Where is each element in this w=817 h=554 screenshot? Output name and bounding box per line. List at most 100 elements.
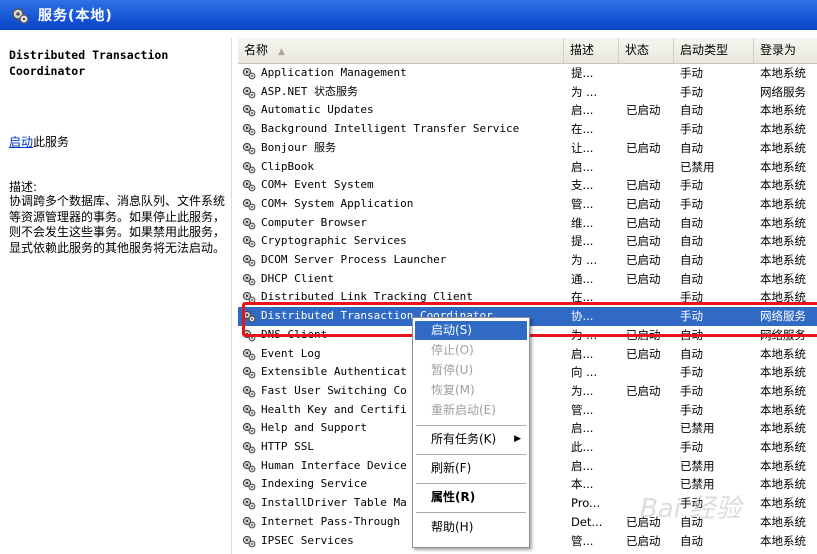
service-name: COM+ Event System [261, 178, 374, 192]
arrow-right-icon: ▶ [514, 434, 521, 444]
service-startup-type: 手动 [680, 122, 703, 137]
list-header: 名称 ▲ 描述 状态 启动类型 登录为 [238, 38, 817, 64]
gear-icon [242, 217, 256, 230]
service-description-cell: 通... [571, 271, 594, 286]
column-header-status[interactable]: 状态 [619, 38, 674, 63]
service-description-cell: 在... [571, 290, 594, 305]
table-row[interactable]: Background Intelligent Transfer Service 在… [238, 120, 817, 139]
service-logon-as: 网络服务 [760, 84, 806, 99]
gear-icon [242, 273, 256, 286]
service-status: 已启动 [626, 178, 661, 193]
menu-separator [416, 483, 526, 484]
gear-icon [242, 254, 256, 267]
table-row[interactable]: DCOM Server Process Launcher 为 ... 已启动 自动 本地… [238, 251, 817, 270]
menu-item-properties[interactable]: 属性(R) [415, 488, 527, 507]
service-description-cell: 启... [571, 458, 594, 473]
menu-item-help[interactable]: 帮助(H) [415, 518, 527, 537]
service-logon-as: 本地系统 [760, 196, 806, 211]
service-startup-type: 手动 [680, 440, 703, 454]
column-header-description[interactable]: 描述 [564, 38, 619, 63]
menu-item-resume[interactable]: 恢复(M) [415, 381, 527, 400]
gear-icon [242, 161, 256, 174]
service-description-cell: 管... [571, 196, 594, 211]
gear-icon [242, 366, 256, 379]
context-menu: 启动(S) 停止(O) 暂停(U) 恢复(M) 重新启动(E) 所有任务(K) ▶… [412, 317, 530, 548]
menu-item-stop[interactable]: 停止(O) [415, 341, 527, 360]
service-status: 已启动 [626, 383, 661, 398]
table-row[interactable]: Bonjour 服务 让... 已启动 自动 本地系统 [238, 139, 817, 158]
table-row[interactable]: Application Management 提... 手动 本地系统 [238, 64, 817, 83]
service-name: Application Management [261, 66, 407, 79]
service-status: 已启动 [626, 103, 661, 118]
start-service-link[interactable]: 启动 [9, 135, 33, 149]
table-row[interactable]: Computer Browser 维... 已启动 自动 本地系统 [238, 214, 817, 233]
menu-separator [416, 425, 526, 426]
menu-item-restart[interactable]: 重新启动(E) [415, 401, 527, 420]
service-logon-as: 本地系统 [760, 533, 806, 548]
service-description-cell: 此... [571, 440, 594, 454]
gear-icon [242, 310, 256, 323]
service-name: Automatic Updates [261, 103, 374, 117]
table-row[interactable]: DHCP Client 通... 已启动 自动 本地系统 [238, 270, 817, 289]
service-description-cell: 让... [571, 140, 594, 155]
service-name: DCOM Server Process Launcher [261, 253, 447, 266]
service-startup-type: 自动 [680, 533, 703, 548]
service-startup-type: 已禁用 [680, 458, 715, 473]
description-label: 描述: [9, 180, 38, 194]
service-logon-as: 本地系统 [760, 458, 806, 473]
menu-item-refresh[interactable]: 刷新(F) [415, 459, 527, 478]
gear-icon [242, 291, 256, 304]
column-header-logon-as[interactable]: 登录为 [754, 38, 817, 63]
service-logon-as: 本地系统 [760, 290, 806, 305]
gear-icon [242, 404, 256, 417]
table-row[interactable]: COM+ System Application 管... 已启动 手动 本地系统 [238, 195, 817, 214]
start-service-suffix: 此服务 [33, 135, 70, 149]
service-startup-type: 自动 [680, 140, 703, 155]
gear-icon [242, 123, 256, 136]
service-status: 已启动 [626, 271, 661, 286]
gear-icon [242, 497, 256, 510]
service-logon-as: 本地系统 [760, 514, 806, 529]
service-description-cell: 维... [571, 215, 594, 230]
service-logon-as: 网络服务 [760, 327, 806, 342]
gear-icon [242, 179, 256, 192]
gear-icon [242, 235, 256, 248]
service-description-cell: 启... [571, 421, 594, 436]
table-row[interactable]: Distributed Link Tracking Client 在... 手动 本地… [238, 288, 817, 307]
window-title: 服务(本地) [38, 8, 113, 24]
table-row[interactable]: COM+ Event System 支... 已启动 手动 本地系统 [238, 176, 817, 195]
service-description-cell: 启... [571, 346, 594, 361]
table-row[interactable]: Cryptographic Services 提... 已启动 自动 本地系统 [238, 232, 817, 251]
gear-icon [242, 142, 256, 155]
service-description-cell: 支... [571, 178, 594, 193]
service-startup-type: 手动 [680, 365, 703, 380]
column-header-startup-type[interactable]: 启动类型 [674, 38, 754, 63]
table-row[interactable]: ASP.NET 状态服务 为 ... 手动 网络服务 [238, 83, 817, 102]
service-startup-type: 手动 [680, 178, 703, 193]
service-description-cell: 为 ... [571, 253, 598, 267]
service-logon-as: 本地系统 [760, 159, 806, 174]
service-status: 已启动 [626, 533, 661, 548]
service-description: 协调跨多个数据库、消息队列、文件系统等资源管理器的事务。如果停止此服务，则不会发… [9, 194, 226, 255]
service-logon-as: 本地系统 [760, 346, 806, 361]
menu-item-start[interactable]: 启动(S) [415, 321, 527, 340]
service-startup-type: 自动 [680, 234, 703, 249]
service-logon-as: 网络服务 [760, 309, 806, 324]
service-name: Distributed Link Tracking Client [261, 290, 473, 304]
service-name: ClipBook [261, 159, 314, 173]
selected-service-title: Distributed Transaction Coordinator [9, 48, 169, 78]
gear-icon [242, 422, 256, 435]
table-row[interactable]: Automatic Updates 启... 已启动 自动 本地系统 [238, 101, 817, 120]
menu-item-pause[interactable]: 暂停(U) [415, 361, 527, 380]
gear-icon [242, 385, 256, 398]
table-row[interactable]: ClipBook 启... 已禁用 本地系统 [238, 158, 817, 177]
service-logon-as: 本地系统 [760, 140, 806, 155]
service-logon-as: 本地系统 [760, 215, 806, 230]
service-startup-type: 手动 [680, 196, 703, 211]
service-logon-as: 本地系统 [760, 103, 806, 118]
menu-item-all-tasks[interactable]: 所有任务(K) ▶ [415, 430, 527, 449]
service-description-cell: 启... [571, 103, 594, 118]
gear-icon [242, 329, 256, 342]
service-startup-type: 自动 [680, 327, 703, 342]
column-header-name[interactable]: 名称 ▲ [238, 38, 564, 63]
